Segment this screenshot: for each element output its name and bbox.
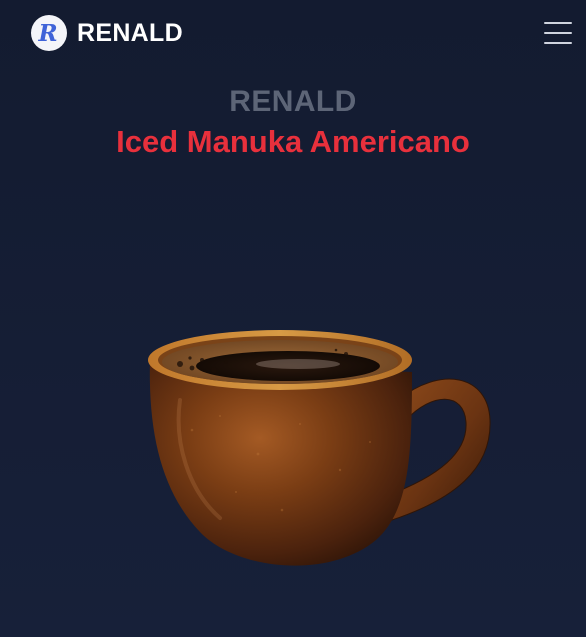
menu-line	[544, 22, 572, 24]
menu-line	[544, 42, 572, 44]
page: R RENALD RENALD Iced Manuka Americano	[0, 0, 586, 637]
brand-name: RENALD	[77, 18, 183, 47]
menu-line	[544, 32, 572, 34]
navbar: R RENALD	[0, 0, 586, 66]
logo-letter: R	[38, 19, 58, 47]
hamburger-menu-icon[interactable]	[544, 22, 572, 44]
product-title: Iced Manuka Americano	[116, 124, 470, 159]
hero-brand-heading: RENALD	[229, 85, 357, 118]
cup-body	[149, 360, 413, 566]
brand-home-link[interactable]: R RENALD	[31, 15, 183, 51]
logo-icon: R	[31, 15, 67, 51]
coffee-cup-image	[148, 330, 491, 566]
hero: RENALD Iced Manuka Americano	[0, 82, 586, 183]
